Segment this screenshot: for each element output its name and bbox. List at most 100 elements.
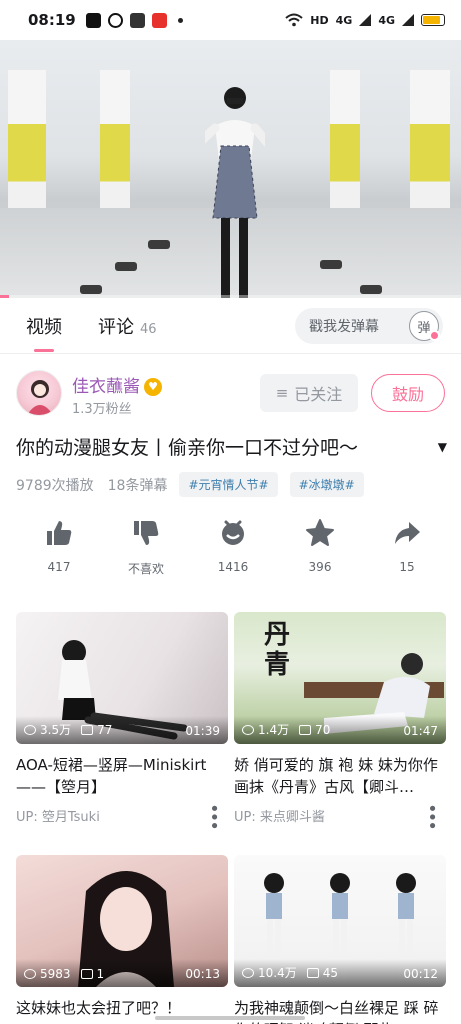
star-icon (306, 519, 334, 546)
video-meta: 9789次播放 18条弹幕 #元宵情人节# #冰墩墩# (16, 472, 364, 497)
thumbnail-stats: 1.4万 70 (242, 721, 330, 738)
expand-description-icon[interactable]: ▼ (438, 440, 447, 454)
play-count-icon (24, 969, 36, 979)
speed-bump (320, 260, 342, 269)
menu-lines-icon: ≡ (275, 384, 289, 402)
uploader-label: UP: 来点卿斗酱 ••• (234, 803, 446, 829)
video-thumbnail[interactable]: 丹青 1.4万 70 01:47 (234, 612, 446, 744)
danmaku-input[interactable]: 戳我发弹幕 弹 (295, 308, 443, 344)
video-thumbnail[interactable]: 10.4万 45 00:12 (234, 855, 446, 987)
related-video-card[interactable]: 10.4万45 00:12 为我神魂颠倒～白丝裸足 踩 碎你的理智 迷魂颠倒 那… (234, 855, 446, 1024)
notification-dot-icon (177, 17, 183, 23)
dancer-figure (205, 87, 265, 298)
video-duration: 01:39 (185, 724, 220, 738)
danmaku-status-dot-icon (429, 330, 440, 341)
favorite-button[interactable]: 396 (277, 518, 363, 580)
tiktok-icon (85, 12, 101, 28)
thumb-down-icon (134, 521, 159, 545)
hd-label: HD (310, 13, 329, 27)
share-icon (395, 522, 420, 544)
tab-comments-label: 评论 (98, 316, 134, 338)
status-time: 08:19 (28, 11, 76, 29)
status-bar: 08:19 HD 4G 4G (0, 0, 461, 40)
thumbnail-stats: 10.4万 45 (242, 964, 338, 981)
related-video-title[interactable]: AOA-短裙—竖屏—Miniskirt——【箜月】 (16, 754, 228, 798)
status-indicators: HD 4G 4G (285, 13, 445, 27)
play-count-icon (24, 724, 36, 735)
battery-icon (421, 14, 445, 26)
related-video-title[interactable]: 娇 俏可爱的 旗 袍 妹 妹为你作画抹《丹青》古风【卿斗… (234, 754, 446, 798)
danmaku-icon (81, 724, 94, 735)
more-options-icon[interactable]: ••• (421, 803, 442, 829)
view-count: 1.4万 (258, 723, 290, 737)
q-app-icon (107, 12, 123, 28)
coin-icon (222, 520, 244, 545)
dislike-label: 不喜欢 (127, 562, 164, 576)
comment-count: 46 (140, 321, 157, 337)
video-duration: 00:12 (403, 967, 438, 981)
video-thumbnail[interactable]: 3.5万 77 01:39 (16, 612, 228, 744)
danmaku-count: 77 (97, 722, 113, 737)
uploader-name-text: UP: 箜月Tsuki (16, 810, 100, 825)
speed-bump (80, 285, 102, 294)
danmaku-icon (80, 969, 93, 979)
uploader-avatar[interactable] (16, 370, 62, 416)
uploader-name[interactable]: 佳衣蘸酱 ♥ (72, 372, 162, 397)
tag-chip[interactable]: #元宵情人节# (179, 472, 278, 497)
tab-bar: 视频 评论 46 戳我发弹幕 弹 (0, 298, 461, 354)
avatar-illustration-icon (27, 380, 53, 415)
danmaku-count: 18条弹幕 (107, 477, 168, 494)
related-video-card[interactable]: 丹青 1.4万 70 01:47 娇 俏可爱的 旗 袍 妹 妹为你作画抹《丹青》古… (234, 612, 446, 829)
play-count: 9789次播放 (16, 477, 94, 494)
followed-label: 已关注 (294, 385, 343, 404)
view-count: 3.5万 (40, 723, 72, 737)
thumbnail-stats: 5983 1 (24, 967, 104, 981)
danmaku-toggle-button[interactable]: 弹 (409, 311, 440, 341)
danmaku-icon (306, 967, 319, 978)
coin-button[interactable]: 1416 (190, 518, 276, 580)
favorite-count: 396 (308, 560, 332, 574)
coin-count: 1416 (217, 560, 249, 574)
dislike-button[interactable]: 不喜欢 (103, 518, 189, 580)
action-bar: 417 不喜欢 1416 396 15 (0, 518, 461, 580)
speed-bump (360, 285, 382, 294)
share-count: 15 (399, 560, 415, 574)
more-options-icon[interactable]: ••• (203, 803, 224, 829)
uploader-label: UP: 箜月Tsuki ••• (16, 803, 228, 829)
news-app-icon (151, 12, 167, 28)
danmaku-count: 45 (322, 965, 339, 980)
uploader-badge-icon: ♥ (144, 378, 162, 396)
followed-button[interactable]: ≡ 已关注 (260, 374, 358, 412)
speed-bump (148, 240, 170, 249)
video-thumbnail[interactable]: 5983 1 00:13 (16, 855, 228, 987)
signal-bars-icon-2 (402, 14, 414, 26)
like-count: 417 (47, 560, 71, 574)
tab-comments[interactable]: 评论 46 (98, 313, 157, 339)
related-video-card[interactable]: 3.5万 77 01:39 AOA-短裙—竖屏—Miniskirt——【箜月】 U… (16, 612, 228, 829)
thumbnail-stats: 3.5万 77 (24, 721, 112, 738)
video-duration: 01:47 (403, 724, 438, 738)
uploader-name-text: UP: 来点卿斗酱 (234, 810, 325, 825)
share-button[interactable]: 15 (364, 518, 450, 580)
gesture-bar[interactable] (155, 1016, 305, 1020)
signal-4g-2: 4G (378, 13, 395, 27)
encourage-button[interactable]: 鼓励 (371, 374, 445, 412)
related-video-card[interactable]: 5983 1 00:13 这妹妹也太会扭了吧？！ (16, 855, 228, 1024)
wifi-icon (285, 13, 303, 27)
danmaku-icon (299, 724, 312, 735)
view-count: 10.4万 (258, 966, 297, 980)
danmaku-placeholder: 戳我发弹幕 (309, 319, 379, 335)
thumbnail-calligraphy: 丹青 (264, 620, 291, 680)
tag-chip[interactable]: #冰墩墩# (289, 472, 364, 497)
thumb-up-icon (47, 521, 72, 545)
tab-video[interactable]: 视频 (26, 313, 62, 352)
play-count-icon (242, 724, 254, 735)
signal-bars-icon (359, 14, 372, 26)
video-duration: 00:13 (185, 967, 220, 981)
view-count: 5983 (40, 967, 71, 981)
like-button[interactable]: 417 (16, 518, 102, 580)
uploader-fans: 1.3万粉丝 (72, 402, 132, 417)
danmaku-count: 70 (315, 722, 331, 737)
video-player[interactable] (0, 40, 461, 298)
play-count-icon (242, 967, 254, 978)
